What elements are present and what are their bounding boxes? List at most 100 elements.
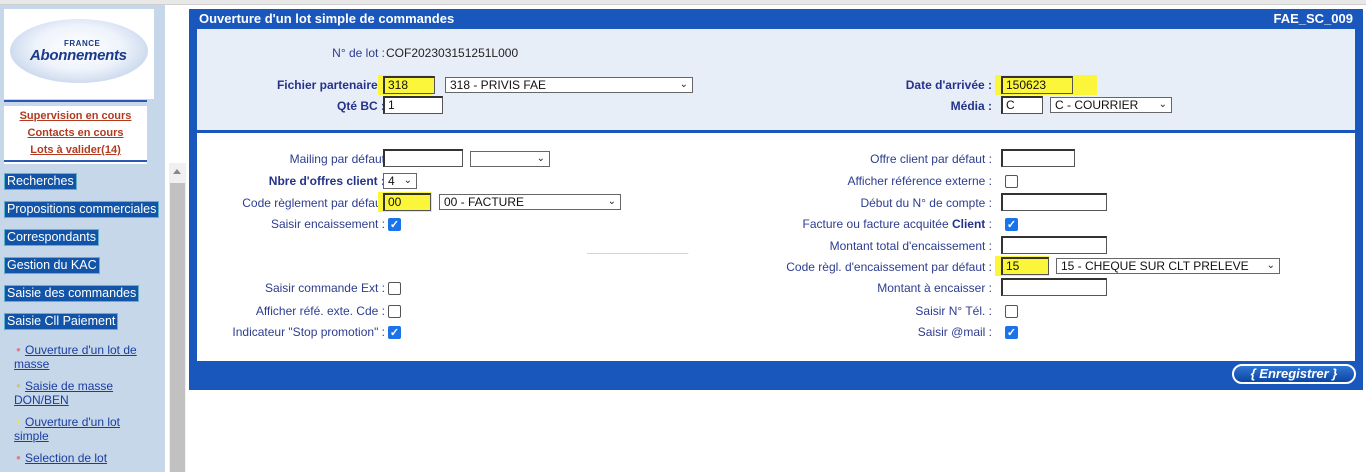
nav-gestion-kac[interactable]: Gestion du KAC [4, 257, 100, 274]
nbre-offres-label: Nbre d'offres client : [268, 174, 385, 188]
subnav-label: masse [14, 357, 50, 371]
date-arrivee-input[interactable]: 150623 [1001, 76, 1073, 94]
browser-top-line [0, 0, 1366, 5]
montant-total-label: Montant total d'encaissement : [829, 239, 992, 253]
saisir-tel-checkbox[interactable] [1005, 305, 1018, 318]
code-regl-encaissement-input[interactable]: 15 [1001, 257, 1049, 275]
scrollbar-thumb[interactable] [170, 183, 185, 472]
chevron-down-icon: ⌄ [607, 196, 616, 207]
subnav-label: DON/BEN [14, 393, 69, 407]
stop-promotion-checkbox[interactable]: ✓ [388, 326, 401, 339]
chevron-down-icon: ⌄ [679, 79, 688, 90]
mailing-input[interactable] [383, 149, 463, 167]
lot-info-section: N° de lot : COF202303151251L000 Fichier … [197, 29, 1355, 130]
facture-client-checkbox[interactable]: ✓ [1005, 218, 1018, 231]
offre-client-input[interactable] [1001, 149, 1075, 167]
nav-correspondants[interactable]: Correspondants [4, 229, 99, 246]
chevron-down-icon: ⌄ [403, 175, 412, 186]
code-reglement-select[interactable]: 00 - FACTURE ⌄ [439, 194, 621, 210]
subnav-ouverture-lot-simple[interactable]: ● Ouverture d'un lot simple [14, 415, 154, 443]
nbre-offres-select[interactable]: 4 ⌄ [383, 173, 417, 189]
divider [4, 160, 147, 162]
select-value: 00 - FACTURE [444, 195, 525, 209]
fichier-partenaire-label: Fichier partenaire : [276, 78, 385, 92]
subnav-selection-lot[interactable]: ● Selection de lot [14, 451, 154, 465]
qte-bc-label: Qté BC : [337, 99, 385, 113]
select-value: 318 - PRIVIS FAE [450, 78, 547, 92]
code-regl-encaissement-label: Code règl. d'encaissement par défaut : [786, 260, 992, 274]
debut-compte-label: Début du N° de compte : [860, 196, 992, 210]
fichier-partenaire-select[interactable]: 318 - PRIVIS FAE ⌄ [445, 77, 693, 93]
subnav-label: Ouverture d'un lot [25, 415, 121, 429]
select-value: C - COURRIER [1055, 98, 1139, 112]
saisir-commande-ext-label: Saisir commande Ext : [264, 281, 385, 295]
subnav-saisie-masse-don-ben[interactable]: ● Saisie de masse DON/BEN [14, 379, 154, 407]
enregistrer-button[interactable]: { Enregistrer } [1232, 364, 1356, 384]
montant-a-encaisser-input[interactable] [1001, 278, 1107, 296]
ghost-text: ───────────── [587, 248, 689, 260]
bullet-icon: ● [16, 417, 21, 426]
saisir-mail-checkbox[interactable]: ✓ [1005, 326, 1018, 339]
bullet-icon: ● [16, 345, 21, 354]
saisir-encaissement-label: Saisir encaissement : [270, 217, 385, 231]
offre-client-label: Offre client par défaut : [870, 152, 992, 166]
mailing-label: Mailing par défaut [289, 152, 385, 166]
afficher-refe-checkbox[interactable] [388, 305, 401, 318]
saisir-commande-ext-checkbox[interactable] [388, 282, 401, 295]
debut-compte-input[interactable] [1001, 193, 1107, 211]
date-arrivee-label: Date d'arrivée : [905, 78, 992, 92]
mailing-select[interactable]: ⌄ [470, 151, 550, 167]
facture-label-text: Facture ou facture acquitée [802, 217, 949, 231]
media-select[interactable]: C - COURRIER ⌄ [1050, 97, 1172, 113]
subnav-label: Saisie de masse [25, 379, 114, 393]
select-value: 15 - CHEQUE SUR CLT PRELEVE [1061, 259, 1249, 273]
logo[interactable]: FRANCE Abonnements [4, 9, 154, 99]
subnav-label: Selection de lot [25, 451, 108, 465]
subnav-label: simple [14, 429, 49, 443]
saisir-mail-label: Saisir @mail : [917, 325, 992, 339]
saisir-encaissement-checkbox[interactable]: ✓ [388, 218, 401, 231]
facture-label-bold: Client [951, 217, 986, 231]
chevron-down-icon: ⌄ [536, 153, 545, 164]
chevron-down-icon: ⌄ [1266, 260, 1275, 271]
media-code-input[interactable]: C [1001, 96, 1043, 114]
code-regl-encaissement-select[interactable]: 15 - CHEQUE SUR CLT PRELEVE ⌄ [1056, 258, 1280, 274]
lot-number-label: N° de lot : [332, 46, 385, 60]
divider [4, 100, 147, 102]
afficher-ref-ext-label: Afficher référence externe : [847, 174, 992, 188]
link-contacts[interactable]: Contacts en cours [4, 127, 147, 139]
code-reglement-label: Code règlement par défaut [242, 196, 385, 210]
defaults-section: ───────────── Mailing par défaut ⌄ Nbre … [197, 133, 1355, 361]
alerts-panel: Supervision en cours Contacts en cours L… [4, 106, 147, 164]
code-reglement-input[interactable]: 00 [383, 193, 431, 211]
chevron-down-icon: ⌄ [1158, 99, 1167, 110]
screen-code: FAE_SC_009 [1273, 11, 1354, 26]
nav-recherches[interactable]: Recherches [4, 173, 77, 190]
nav-saisie-cll-paiement[interactable]: Saisie Cll Paiement [4, 313, 119, 330]
nav-propositions-commerciales[interactable]: Propositions commerciales [4, 201, 160, 218]
subnav-label: Ouverture d'un lot de [25, 343, 137, 357]
bullet-icon: ● [16, 381, 21, 390]
page-title: Ouverture d'un lot simple de commandes [199, 11, 455, 26]
nav-saisie-commandes[interactable]: Saisie des commandes [4, 285, 140, 302]
link-supervision[interactable]: Supervision en cours [4, 110, 147, 122]
facture-acquitee-label: Facture ou facture acquitée Client : [803, 217, 992, 231]
saisir-tel-label: Saisir N° Tél. : [915, 304, 992, 318]
bullet-icon: ● [16, 453, 21, 462]
afficher-refe-label: Afficher réfé. exte. Cde : [255, 304, 385, 318]
afficher-ref-ext-checkbox[interactable] [1005, 175, 1018, 188]
select-value: 4 [388, 174, 395, 188]
nav-area: Recherches Propositions commerciales Cor… [0, 165, 162, 467]
montant-a-encaisser-label: Montant à encaisser : [877, 281, 992, 295]
logo-name-text: Abonnements [30, 47, 127, 64]
montant-total-input[interactable] [1001, 236, 1107, 254]
vertical-scrollbar[interactable] [169, 163, 186, 472]
fichier-partenaire-code-input[interactable]: 318 [383, 76, 435, 94]
subnav-ouverture-lot-masse[interactable]: ● Ouverture d'un lot de masse [14, 343, 154, 371]
link-lots-a-valider[interactable]: Lots à valider(14) [4, 144, 147, 156]
scroll-up-icon[interactable] [173, 169, 181, 174]
lot-number-value: COF202303151251L000 [386, 46, 519, 60]
media-label: Média : [950, 99, 992, 113]
main-panel: Ouverture d'un lot simple de commandes F… [189, 9, 1363, 390]
qte-bc-input[interactable]: 1 [383, 96, 443, 114]
